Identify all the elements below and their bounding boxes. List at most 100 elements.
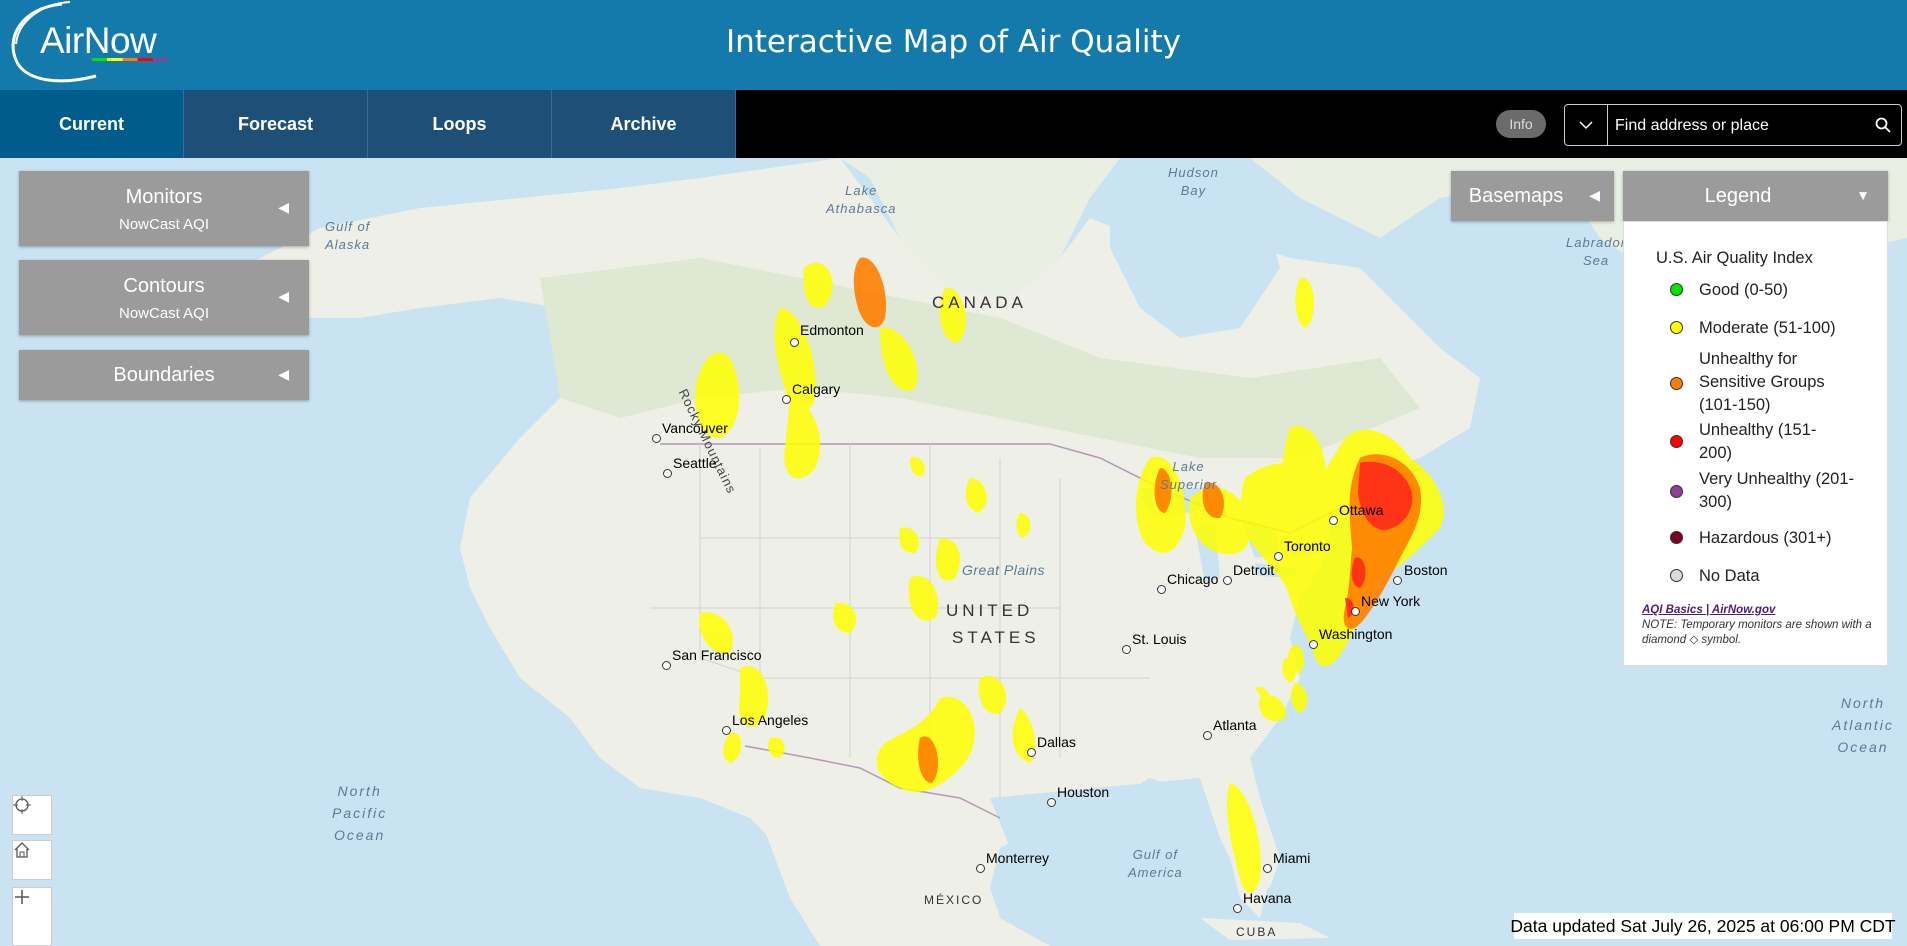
city-marker bbox=[1263, 864, 1272, 873]
city-marker bbox=[782, 395, 791, 404]
legend-item-good: Good (0-50) bbox=[1699, 281, 1788, 299]
legend-swatch-very-unhealthy bbox=[1670, 485, 1683, 498]
city-marker bbox=[1309, 640, 1318, 649]
city-marker bbox=[1203, 731, 1212, 740]
search-icon[interactable] bbox=[1865, 105, 1901, 145]
tab-current[interactable]: Current bbox=[0, 90, 184, 158]
geo-label-states: STATES bbox=[952, 628, 1040, 647]
city-marker bbox=[1393, 576, 1402, 585]
city-marker bbox=[1233, 904, 1242, 913]
aqi-basics-link[interactable]: AQI Basics | AirNow.gov bbox=[1642, 604, 1775, 616]
crosshair-icon bbox=[13, 796, 31, 814]
city-label-boston: Boston bbox=[1404, 562, 1448, 578]
search-box bbox=[1564, 104, 1902, 147]
city-label-houston: Houston bbox=[1057, 784, 1110, 800]
legend-note-text: NOTE: Temporary monitors are shown with … bbox=[1642, 619, 1872, 646]
legend-swatch-unhealthy bbox=[1670, 435, 1683, 448]
monitors-panel[interactable]: Monitors NowCast AQI ◀ bbox=[19, 171, 309, 246]
city-marker bbox=[1157, 585, 1166, 594]
geo-label-cuba: CUBA bbox=[1236, 925, 1278, 939]
home-icon bbox=[14, 842, 30, 858]
city-marker bbox=[663, 469, 672, 478]
locate-button[interactable] bbox=[12, 795, 52, 835]
city-label-detroit: Detroit bbox=[1233, 562, 1275, 578]
tab-loops[interactable]: Loops bbox=[368, 90, 552, 158]
city-label-st-louis: St. Louis bbox=[1132, 631, 1187, 647]
legend-swatch-good bbox=[1670, 283, 1683, 296]
city-marker bbox=[652, 434, 661, 443]
page-title: Interactive Map of Air Quality bbox=[725, 24, 1182, 60]
legend-item-unhealthy: Unhealthy (151-200) bbox=[1699, 421, 1817, 462]
data-updated-status: Data updated Sat July 26, 2025 at 06:00 … bbox=[1510, 913, 1896, 939]
contours-panel[interactable]: Contours NowCast AQI ◀ bbox=[19, 260, 309, 335]
geo-label-united: UNITED bbox=[946, 601, 1034, 620]
legend-item-moderate: Moderate (51-100) bbox=[1699, 319, 1836, 337]
diamond-icon: ◇ bbox=[1689, 634, 1699, 646]
city-marker bbox=[1274, 552, 1283, 561]
plus-icon bbox=[15, 890, 29, 904]
geo-label-lake-athabasca: Lake Athabasca bbox=[826, 183, 897, 216]
city-marker bbox=[790, 338, 799, 347]
city-label-havana: Havana bbox=[1243, 890, 1292, 906]
geo-label-north-atlantic-ocean: North Atlantic Ocean bbox=[1832, 695, 1894, 755]
city-marker bbox=[1122, 645, 1131, 654]
city-marker bbox=[1329, 516, 1338, 525]
city-label-new-york: New York bbox=[1361, 593, 1421, 609]
search-source-dropdown[interactable] bbox=[1565, 105, 1608, 145]
geo-label-canada: CANADA bbox=[932, 293, 1027, 312]
panel-subtitle: NowCast AQI bbox=[118, 216, 210, 233]
legend-title: Legend bbox=[1704, 185, 1772, 207]
city-label-atlanta: Atlanta bbox=[1213, 717, 1257, 733]
legend-body: U.S. Air Quality Index Good (0-50) Moder… bbox=[1623, 221, 1888, 666]
legend-swatch-moderate bbox=[1670, 321, 1683, 334]
geo-label-gulf-of-alaska: Gulf of Alaska bbox=[325, 219, 371, 252]
geo-label-great-plains: Great Plains bbox=[962, 562, 1046, 578]
city-marker bbox=[662, 661, 671, 670]
city-label-toronto: Toronto bbox=[1284, 538, 1331, 554]
city-label-miami: Miami bbox=[1273, 850, 1311, 866]
tab-forecast[interactable]: Forecast bbox=[184, 90, 368, 158]
chevron-down-icon bbox=[1579, 121, 1593, 130]
city-marker bbox=[976, 864, 985, 873]
panel-subtitle: NowCast AQI bbox=[118, 305, 210, 322]
city-label-ottawa: Ottawa bbox=[1339, 502, 1384, 518]
basemaps-panel[interactable]: Basemaps ◀ bbox=[1451, 171, 1614, 221]
city-label-san-francisco: San Francisco bbox=[672, 647, 762, 663]
legend-swatch-no-data bbox=[1670, 569, 1683, 582]
collapse-left-arrow-icon: ◀ bbox=[278, 366, 289, 382]
legend-item-no-data: No Data bbox=[1699, 567, 1760, 585]
legend-note-suffix: symbol. bbox=[1701, 634, 1742, 646]
city-label-seattle: Seattle bbox=[673, 455, 717, 471]
legend-swatch-usg bbox=[1670, 377, 1683, 390]
city-label-washington: Washington bbox=[1319, 626, 1393, 642]
zoom-in-button[interactable] bbox=[12, 887, 52, 946]
city-label-los-angeles: Los Angeles bbox=[732, 712, 809, 728]
city-label-dallas: Dallas bbox=[1037, 734, 1076, 750]
city-label-calgary: Calgary bbox=[792, 381, 841, 397]
legend-item-hazardous: Hazardous (301+) bbox=[1699, 529, 1832, 547]
geo-label-labrador-sea: Labrador Sea bbox=[1566, 235, 1627, 268]
info-button[interactable]: Info bbox=[1496, 110, 1546, 138]
city-label-edmonton: Edmonton bbox=[800, 322, 864, 338]
legend-header[interactable]: Legend ▼ bbox=[1623, 171, 1888, 221]
panel-title: Basemaps bbox=[1468, 185, 1564, 207]
tab-archive[interactable]: Archive bbox=[552, 90, 736, 158]
city-marker bbox=[1351, 607, 1360, 616]
home-button[interactable] bbox=[12, 840, 52, 880]
geo-label-north-pacific-ocean: North Pacific Ocean bbox=[332, 783, 388, 843]
geo-label-gulf-of-america: Gulf of America bbox=[1128, 847, 1183, 880]
boundaries-panel[interactable]: Boundaries ◀ bbox=[19, 350, 309, 400]
collapse-down-arrow-icon: ▼ bbox=[1856, 187, 1870, 203]
city-label-chicago: Chicago bbox=[1167, 571, 1219, 587]
legend-swatch-hazardous bbox=[1670, 531, 1683, 544]
geo-label-mexico: MÉXICO bbox=[924, 893, 984, 907]
legend-item-very-unhealthy: Very Unhealthy (201-300) bbox=[1699, 470, 1855, 511]
collapse-left-arrow-icon: ◀ bbox=[278, 288, 289, 304]
legend-note: NOTE: Temporary monitors are shown with … bbox=[1642, 618, 1882, 648]
city-marker bbox=[1223, 576, 1232, 585]
legend-item-usg: Unhealthy for Sensitive Groups (101-150) bbox=[1699, 350, 1825, 414]
search-input[interactable] bbox=[1613, 105, 1857, 147]
city-label-monterrey: Monterrey bbox=[986, 850, 1050, 866]
city-marker bbox=[1047, 798, 1056, 807]
collapse-left-arrow-icon: ◀ bbox=[278, 199, 289, 215]
